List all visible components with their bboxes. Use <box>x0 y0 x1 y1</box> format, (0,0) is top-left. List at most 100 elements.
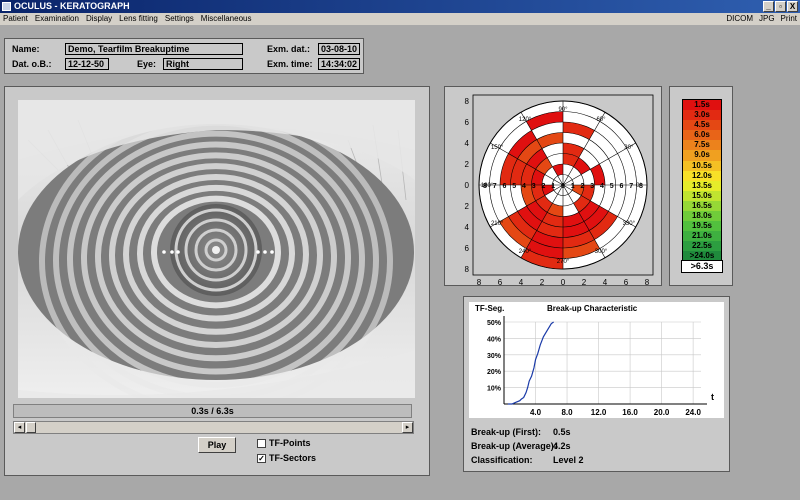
polar-inner-tick: 2 <box>581 183 585 190</box>
dob-label: Dat. o.B.: <box>12 59 52 69</box>
timeline-scrollbar[interactable]: ◂ ▸ <box>13 421 414 434</box>
menu-dicom[interactable]: DICOM <box>726 13 753 25</box>
breakup-polar-map[interactable]: 0°30°60°90°120°150°180°210°240°270°300°3… <box>445 87 663 287</box>
playback-time-display: 0.3s / 6.3s <box>13 404 412 418</box>
legend-entry: 10.5s <box>683 160 721 171</box>
legend-entry: 6.0s <box>683 130 721 141</box>
menu-settings[interactable]: Settings <box>165 13 194 25</box>
chart-x-tick: 16.0 <box>622 408 638 417</box>
chart-y-tick: 50% <box>487 320 502 327</box>
menu-lens-fitting[interactable]: Lens fitting <box>119 13 158 25</box>
chart-x-tick: 12.0 <box>591 408 607 417</box>
menu-examination[interactable]: Examination <box>35 13 79 25</box>
stat-classification-label: Classification: <box>471 455 533 465</box>
polar-inner-tick: 5 <box>512 183 516 190</box>
tf-points-checkbox-box[interactable] <box>257 439 266 448</box>
name-label: Name: <box>12 44 40 54</box>
legend-entry: 7.5s <box>683 140 721 151</box>
exam-time-label: Exm. time: <box>267 59 313 69</box>
breakup-graph-panel: TF-Seg. Break-up Characteristic t 50% 40% 30%… <box>463 296 730 472</box>
menu-bar: Patient Examination Display Lens fitting… <box>0 13 800 25</box>
polar-angle-label: 330° <box>623 221 636 227</box>
polar-x-tick: 2 <box>540 278 545 287</box>
polar-y-tick: 0 <box>465 181 470 190</box>
chart-y-tick: 10% <box>487 386 502 393</box>
polar-x-tick: 8 <box>477 278 482 287</box>
polar-inner-tick: 8 <box>639 183 643 190</box>
polar-x-tick: 6 <box>498 278 503 287</box>
polar-x-tick: 8 <box>645 278 650 287</box>
legend-entry: 18.0s <box>683 211 721 222</box>
legend-entry: 13.5s <box>683 180 721 191</box>
polar-x-tick: 4 <box>519 278 524 287</box>
polar-y-tick: 4 <box>465 139 470 148</box>
restore-button[interactable]: ▫ <box>775 1 786 12</box>
legend-entry: 4.5s <box>683 120 721 131</box>
tf-points-checkbox[interactable]: TF-Points <box>257 438 311 449</box>
legend-entry: 16.5s <box>683 200 721 212</box>
eye-field: Right <box>163 58 243 70</box>
polar-angle-label: 150° <box>491 145 504 151</box>
chart-x-tick: 24.0 <box>685 408 701 417</box>
chart-x-axis-label: t <box>711 392 714 402</box>
legend-panel: 1.5s 3.0s 4.5s 6.0s 7.5s 9.0s 10.5s 12.0s 13.5s 1… <box>669 86 733 286</box>
chart-x-tick: 8.0 <box>561 408 573 417</box>
scroll-left-arrow-icon[interactable]: ◂ <box>14 422 25 433</box>
stat-first-label: Break-up (First): <box>471 427 542 437</box>
exam-time-field: 14:34:02 <box>318 58 360 70</box>
polar-inner-tick: 1 <box>571 183 575 190</box>
polar-inner-tick: 7 <box>493 183 497 190</box>
polar-y-tick: 6 <box>465 118 470 127</box>
stat-average-value: 4.2s <box>553 441 571 451</box>
name-field: Demo, Tearfilm Breakuptime <box>65 43 243 55</box>
scroll-right-arrow-icon[interactable]: ▸ <box>402 422 413 433</box>
polar-y-tick: 2 <box>465 160 470 169</box>
menu-jpg[interactable]: JPG <box>759 13 775 25</box>
exam-date-label: Exm. dat.: <box>267 44 311 54</box>
legend-entry: 22.5s <box>683 241 721 252</box>
polar-angle-label: 210° <box>491 221 504 227</box>
polar-inner-tick: 7 <box>629 183 633 190</box>
polar-map-panel: 0° 30° 60° 90° 120° 150° 180° 210° 240° 270° 300° 3… <box>444 86 663 287</box>
close-button[interactable]: X <box>787 1 798 12</box>
breakup-characteristic-chart: TF-Seg. Break-up Characteristic t 50% 40% 30%… <box>475 304 714 417</box>
polar-x-tick: 6 <box>624 278 629 287</box>
exam-date-field: 03-08-10 <box>318 43 360 55</box>
menu-patient[interactable]: Patient <box>3 13 28 25</box>
stat-average: Break-up (Average): 4.2s <box>471 441 571 451</box>
tf-sectors-checkbox-box[interactable]: ✓ <box>257 454 266 463</box>
eye-image[interactable] <box>18 100 415 398</box>
window-title: OCULUS - KERATOGRAPH <box>14 1 130 11</box>
scroll-thumb[interactable] <box>26 422 36 433</box>
placido-eye-svg <box>18 100 415 398</box>
stat-first-value: 0.5s <box>553 427 571 437</box>
polar-inner-tick: 6 <box>620 183 624 190</box>
tf-sectors-checkbox[interactable]: ✓ TF-Sectors <box>257 453 316 464</box>
polar-angle-label: 60° <box>596 117 606 123</box>
legend-entry: 15.0s <box>683 190 721 201</box>
polar-inner-tick: 3 <box>532 183 536 190</box>
minimize-button[interactable]: _ <box>763 1 774 12</box>
window-controls: _ ▫ X <box>763 1 798 12</box>
menu-print[interactable]: Print <box>781 13 797 25</box>
legend-entry: 9.0s <box>683 150 721 161</box>
breakup-chart-area: TF-Seg. Break-up Characteristic t 50% 40% 30%… <box>469 302 724 418</box>
polar-y-tick: 2 <box>465 202 470 211</box>
chart-y-tick: 40% <box>487 336 502 343</box>
menu-miscellaneous[interactable]: Miscellaneous <box>201 13 252 25</box>
breakup-curve <box>507 321 554 405</box>
polar-inner-tick: 8 <box>483 183 487 190</box>
tf-sectors-label: TF-Sectors <box>269 453 317 463</box>
polar-inner-tick: 4 <box>522 183 526 190</box>
stat-classification-value: Level 2 <box>553 455 584 465</box>
play-button[interactable]: Play <box>198 437 236 453</box>
legend-entry: 12.0s <box>683 170 721 181</box>
eye-label: Eye: <box>137 59 157 69</box>
chart-title: Break-up Characteristic <box>547 304 638 313</box>
legend-entry: 21.0s <box>683 231 721 242</box>
polar-y-tick: 6 <box>465 244 470 253</box>
chart-y-tick: 20% <box>487 369 502 376</box>
chart-y-axis-label: TF-Seg. <box>475 304 504 313</box>
menu-display[interactable]: Display <box>86 13 112 25</box>
polar-x-tick: 0 <box>561 278 566 287</box>
